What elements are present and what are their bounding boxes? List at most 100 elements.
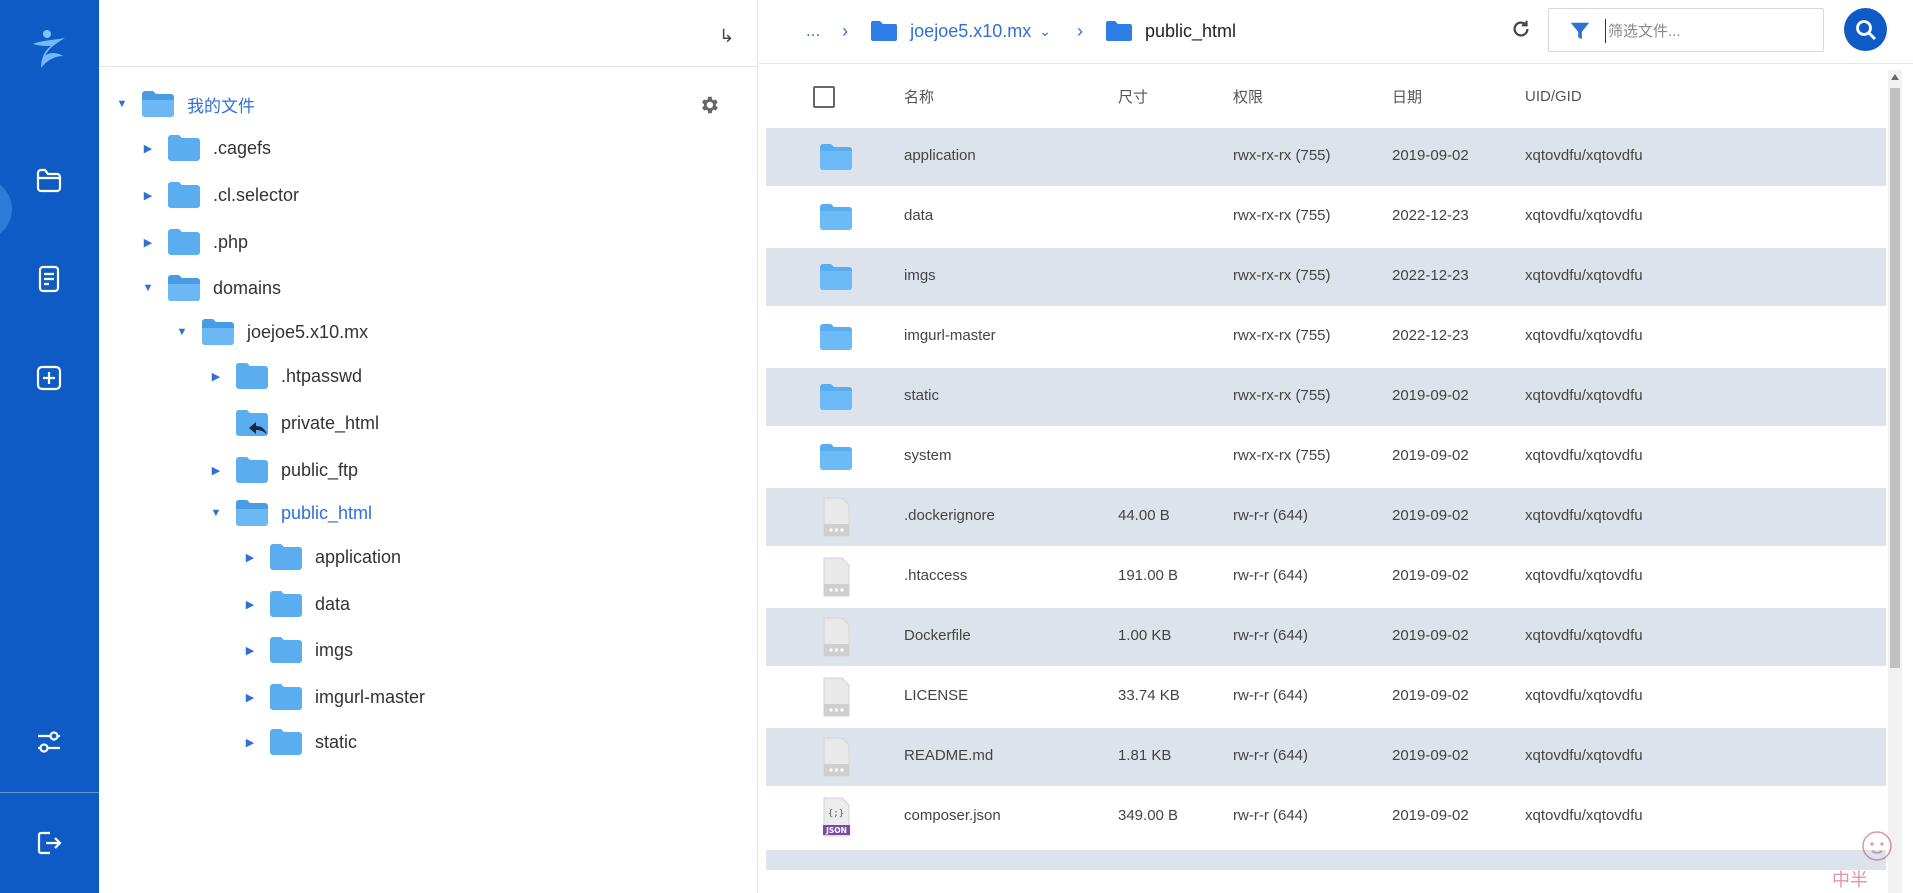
tree-node[interactable]: ▶ imgs — [243, 630, 353, 670]
tree-node[interactable]: private_html — [209, 403, 379, 443]
cell-size: 1.00 KB — [1118, 627, 1172, 644]
chevron-down-icon[interactable]: ⌄ — [1039, 23, 1051, 40]
folder-link-icon — [236, 410, 268, 436]
file-icon — [823, 557, 850, 597]
cell-name[interactable]: data — [904, 207, 933, 224]
breadcrumb-current: public_html — [1144, 20, 1237, 41]
table-row[interactable]: imgs rwx-rx-rx (755) 2022-12-23 xqtovdfu/xq… — [766, 248, 1886, 306]
table-row[interactable]: .dockerignore 44.00 B rw-r-r (644) 2019-09-… — [766, 488, 1886, 546]
cell-name[interactable]: LICENSE — [904, 687, 968, 704]
tree-node[interactable]: ▶ static — [243, 722, 357, 762]
cell-name[interactable]: .htaccess — [904, 567, 967, 584]
cell-uid-gid: xqtovdfu/xqtovdfu — [1525, 567, 1643, 584]
refresh-icon[interactable] — [1510, 18, 1532, 40]
cell-name[interactable]: composer.json — [904, 807, 1001, 824]
tree-root[interactable]: ▼ 我的文件 — [115, 84, 255, 124]
select-all-checkbox[interactable] — [813, 86, 835, 108]
table-row[interactable]: application rwx-rx-rx (755) 2019-09-02 xqto… — [766, 128, 1886, 186]
filter-icon — [1570, 22, 1590, 40]
cell-permissions[interactable]: rwx-rx-rx (755) — [1233, 387, 1331, 404]
expanded-arrow-icon[interactable]: ▼ — [141, 282, 155, 294]
header-permissions[interactable]: 权限 — [1233, 86, 1263, 107]
table-row[interactable]: data rwx-rx-rx (755) 2022-12-23 xqtovdfu/xq… — [766, 188, 1886, 246]
folder-icon — [820, 204, 852, 230]
collapsed-arrow-icon[interactable]: ▶ — [243, 644, 257, 657]
cell-name[interactable]: imgs — [904, 267, 936, 284]
cell-name[interactable]: static — [904, 387, 939, 404]
search-button[interactable] — [1844, 8, 1887, 51]
cell-permissions[interactable]: rw-r-r (644) — [1233, 747, 1308, 764]
cell-name[interactable]: application — [904, 147, 976, 164]
scrollbar-thumb[interactable] — [1890, 88, 1900, 668]
cell-permissions[interactable]: rwx-rx-rx (755) — [1233, 147, 1331, 164]
table-row[interactable]: LICENSE 33.74 KB rw-r-r (644) 2019-09-02 xqt… — [766, 668, 1886, 726]
table-row[interactable]: static rwx-rx-rx (755) 2019-09-02 xqtovdfu/… — [766, 368, 1886, 426]
collapsed-arrow-icon[interactable]: ▶ — [209, 464, 223, 477]
table-row[interactable]: {;} JSON composer.json 349.00 B rw-r-r (644)… — [766, 788, 1886, 846]
editor-nav-button[interactable] — [29, 259, 69, 299]
header-name[interactable]: 名称 — [904, 86, 934, 107]
tree-node[interactable]: ▶ .htpasswd — [209, 356, 362, 396]
tree-node[interactable]: ▼ domains — [141, 268, 281, 308]
folder-icon — [270, 637, 302, 663]
collapsed-arrow-icon[interactable]: ▶ — [209, 370, 223, 383]
filter-input[interactable] — [1605, 19, 1805, 43]
cell-permissions[interactable]: rw-r-r (644) — [1233, 507, 1308, 524]
cell-name[interactable]: Dockerfile — [904, 627, 971, 644]
header-size[interactable]: 尺寸 — [1118, 86, 1148, 107]
table-row[interactable]: README.md 1.81 KB rw-r-r (644) 2019-09-02 xq… — [766, 728, 1886, 786]
files-nav-button[interactable] — [29, 160, 69, 200]
tree-node[interactable]: ▶ imgurl-master — [243, 677, 425, 717]
collapsed-arrow-icon[interactable]: ▶ — [243, 598, 257, 611]
tree-node[interactable]: ▼ public_html — [209, 493, 372, 533]
cell-permissions[interactable]: rw-r-r (644) — [1233, 807, 1308, 824]
expanded-arrow-icon[interactable]: ▼ — [175, 326, 189, 338]
collapsed-arrow-icon[interactable]: ▶ — [141, 142, 155, 155]
svg-text:{;}: {;} — [828, 809, 844, 819]
cell-permissions[interactable]: rw-r-r (644) — [1233, 567, 1308, 584]
expanded-arrow-icon[interactable]: ▼ — [209, 507, 223, 519]
tree-node-label: application — [315, 546, 402, 567]
expand-arrow-icon[interactable]: ▼ — [115, 98, 129, 110]
logout-button[interactable] — [29, 823, 69, 863]
scroll-up-arrow-icon[interactable] — [1891, 74, 1899, 80]
tree-node[interactable]: ▶ .php — [141, 222, 248, 262]
breadcrumb-ellipsis[interactable]: ... — [806, 21, 820, 41]
settings-nav-button[interactable] — [29, 722, 69, 762]
cell-permissions[interactable]: rw-r-r (644) — [1233, 687, 1308, 704]
collapsed-arrow-icon[interactable]: ▶ — [141, 189, 155, 202]
collapsed-arrow-icon[interactable]: ▶ — [141, 236, 155, 249]
cell-permissions[interactable]: rwx-rx-rx (755) — [1233, 447, 1331, 464]
file-icon — [823, 617, 850, 657]
cell-permissions[interactable]: rwx-rx-rx (755) — [1233, 267, 1331, 284]
folder-icon — [168, 182, 200, 208]
folder-icon — [820, 144, 852, 170]
table-row[interactable]: system rwx-rx-rx (755) 2019-09-02 xqtovdfu/… — [766, 428, 1886, 486]
tree-node[interactable]: ▼ joejoe5.x10.mx — [175, 312, 368, 352]
collapsed-arrow-icon[interactable]: ▶ — [243, 736, 257, 749]
cell-permissions[interactable]: rwx-rx-rx (755) — [1233, 327, 1331, 344]
table-row[interactable]: imgurl-master rwx-rx-rx (755) 2022-12-23 xq… — [766, 308, 1886, 366]
cell-name[interactable]: imgurl-master — [904, 327, 996, 344]
cell-permissions[interactable]: rw-r-r (644) — [1233, 627, 1308, 644]
table-row[interactable]: Dockerfile 1.00 KB rw-r-r (644) 2019-09-02 x… — [766, 608, 1886, 666]
breadcrumb-parent[interactable]: joejoe5.x10.mx — [910, 21, 1031, 42]
new-nav-button[interactable] — [29, 358, 69, 398]
tree-node[interactable]: ▶ public_ftp — [209, 450, 358, 490]
table-row[interactable]: .htaccess 191.00 B rw-r-r (644) 2019-09-02 x… — [766, 548, 1886, 606]
collapsed-arrow-icon[interactable]: ▶ — [243, 551, 257, 564]
header-uid-gid[interactable]: UID/GID — [1525, 88, 1582, 105]
collapse-panel-icon[interactable]: ↳ — [719, 26, 734, 47]
tree-node[interactable]: ▶ .cl.selector — [141, 175, 299, 215]
cell-name[interactable]: system — [904, 447, 952, 464]
tree-node[interactable]: ▶ data — [243, 584, 350, 624]
cell-name[interactable]: .dockerignore — [904, 507, 995, 524]
scrollbar[interactable] — [1888, 70, 1902, 893]
cell-permissions[interactable]: rwx-rx-rx (755) — [1233, 207, 1331, 224]
header-date[interactable]: 日期 — [1392, 86, 1422, 107]
cell-name[interactable]: README.md — [904, 747, 993, 764]
tree-node[interactable]: ▶ .cagefs — [141, 128, 271, 168]
tree-node[interactable]: ▶ application — [243, 537, 401, 577]
collapsed-arrow-icon[interactable]: ▶ — [243, 691, 257, 704]
gear-icon[interactable] — [698, 94, 720, 116]
